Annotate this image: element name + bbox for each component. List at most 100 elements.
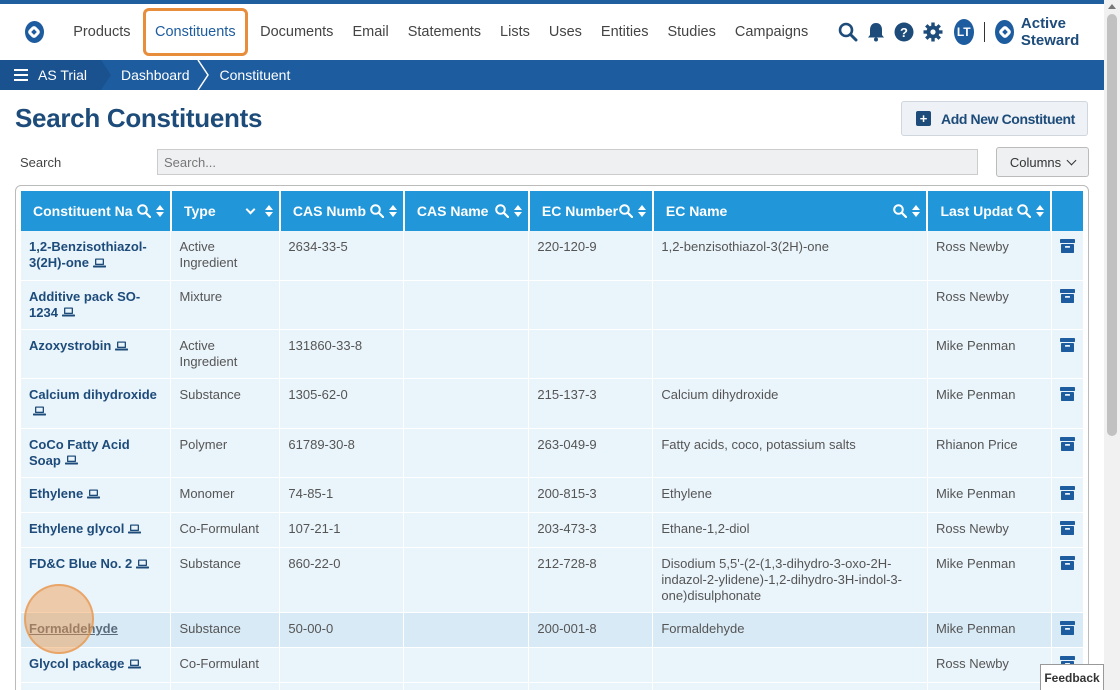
archive-icon[interactable] <box>1059 621 1075 639</box>
sort-icon[interactable] <box>1036 205 1045 217</box>
laptop-icon <box>115 339 129 355</box>
cell-ec-number: 200-661-7 <box>528 682 654 690</box>
constituent-name-link[interactable]: CoCo Fatty Acid Soap <box>29 437 130 468</box>
constituent-name-link[interactable]: Ethylene glycol <box>29 521 124 536</box>
cell-ec-number: 220-120-9 <box>528 231 654 281</box>
sort-icon[interactable] <box>912 205 921 217</box>
column-search-icon[interactable] <box>893 204 908 218</box>
cell-constituent-name[interactable]: Ethylene <box>21 477 172 514</box>
constituent-name-link[interactable]: FD&C Blue No. 2 <box>29 556 132 571</box>
constituent-name-link[interactable]: Calcium dihydroxide <box>29 387 157 402</box>
nav-constituents[interactable]: Constituents <box>142 8 248 56</box>
cell-constituent-name[interactable]: Isopropyl Alcohol <box>21 682 172 690</box>
cell-constituent-name[interactable]: Additive pack SO-1234 <box>21 280 172 331</box>
search-input[interactable] <box>157 149 978 175</box>
archive-icon[interactable] <box>1059 338 1075 356</box>
table-row[interactable]: Calcium dihydroxide Substance 1305-62-0 215… <box>21 378 1083 429</box>
scroll-up-arrow-icon[interactable] <box>1108 4 1116 9</box>
sort-icon[interactable] <box>264 205 273 217</box>
app-logo[interactable] <box>25 21 44 43</box>
nav-email[interactable]: Email <box>343 15 398 49</box>
sort-icon[interactable] <box>388 205 397 217</box>
cell-constituent-name[interactable]: Formaldehyde <box>21 612 172 649</box>
nav-studies[interactable]: Studies <box>658 15 725 49</box>
sort-icon[interactable] <box>513 205 522 217</box>
archive-icon[interactable] <box>1059 239 1075 257</box>
constituent-name-link[interactable]: Glycol package <box>29 656 124 671</box>
table-row[interactable]: CoCo Fatty Acid Soap Polymer 61789-30-8 263… <box>21 428 1083 479</box>
archive-icon[interactable] <box>1059 486 1075 504</box>
cell-type: Mixture <box>170 280 281 331</box>
breadcrumb-home[interactable]: AS Trial <box>0 60 102 90</box>
cell-constituent-name[interactable]: Azoxystrobin <box>21 329 172 380</box>
columns-button[interactable]: Columns <box>996 147 1089 177</box>
feedback-button[interactable]: Feedback <box>1040 664 1104 690</box>
chevron-down-icon[interactable] <box>245 204 256 214</box>
cell-constituent-name[interactable]: Ethylene glycol <box>21 512 172 549</box>
archive-icon[interactable] <box>1059 436 1075 455</box>
column-search-icon[interactable] <box>1017 204 1032 218</box>
column-search-icon[interactable] <box>619 204 633 218</box>
cell-type: Substance <box>170 547 281 614</box>
nav-products[interactable]: Products <box>64 15 140 49</box>
nav-lists[interactable]: Lists <box>491 15 540 49</box>
column-header-cas-name[interactable]: CAS Name <box>403 191 530 231</box>
nav-divider <box>983 22 986 42</box>
nav-campaigns[interactable]: Campaigns <box>725 15 817 49</box>
nav-uses[interactable]: Uses <box>539 15 591 49</box>
cell-constituent-name[interactable]: 1,2-Benzisothiazol-3(2H)-one <box>21 231 172 281</box>
archive-icon[interactable] <box>1059 288 1075 307</box>
cell-cas-number: 860-22-0 <box>279 547 405 614</box>
cell-actions <box>1051 280 1083 331</box>
cell-constituent-name[interactable]: Glycol package <box>21 647 172 684</box>
table-header-row: Constituent Na Type CAS Numb CAS Name EC… <box>21 191 1083 231</box>
breadcrumb-dashboard[interactable]: Dashboard <box>111 60 196 90</box>
search-icon[interactable] <box>838 21 858 43</box>
constituent-name-link[interactable]: Formaldehyde <box>29 621 118 636</box>
cell-constituent-name[interactable]: FD&C Blue No. 2 <box>21 547 172 614</box>
table-row[interactable]: FD&C Blue No. 2 Substance 860-22-0 212-728-… <box>21 547 1083 614</box>
table-row[interactable]: Ethylene Monomer 74-85-1 200-815-3 Ethylene M… <box>21 477 1083 514</box>
scrollbar-thumb[interactable] <box>1107 14 1117 436</box>
table-row[interactable]: Isopropyl AlcoholSubstance67-63-0 200-661… <box>21 682 1083 690</box>
nav-entities[interactable]: Entities <box>591 15 658 49</box>
user-avatar[interactable]: LT <box>953 19 974 45</box>
nav-statements[interactable]: Statements <box>398 15 490 49</box>
cell-constituent-name[interactable]: Calcium dihydroxide <box>21 378 172 429</box>
table-row[interactable]: Additive pack SO-1234 Mixture Ross Newby <box>21 280 1083 331</box>
breadcrumb-separator <box>101 60 112 90</box>
sort-icon[interactable] <box>637 205 646 217</box>
archive-icon[interactable] <box>1059 387 1075 405</box>
cell-constituent-name[interactable]: CoCo Fatty Acid Soap <box>21 428 172 479</box>
column-header-constituent-name[interactable]: Constituent Na <box>21 191 172 231</box>
column-header-cas-number[interactable]: CAS Numb <box>279 191 405 231</box>
gear-icon[interactable] <box>923 21 943 43</box>
page-scrollbar[interactable] <box>1104 0 1120 690</box>
column-search-icon[interactable] <box>370 204 384 218</box>
table-row[interactable]: Glycol package Co-Formulant Ross Newby <box>21 647 1083 684</box>
column-search-icon[interactable] <box>495 204 509 218</box>
cell-last-updated: Mike Penman <box>927 329 1052 380</box>
constituent-name-link[interactable]: Additive pack SO-1234 <box>29 289 140 320</box>
sort-icon[interactable] <box>155 205 164 217</box>
column-header-ec-number[interactable]: EC Number <box>528 191 654 231</box>
help-icon[interactable]: ? <box>894 21 914 43</box>
column-header-type[interactable]: Type <box>170 191 281 231</box>
table-row[interactable]: Formaldehyde Substance 50-00-0 200-001-8 For… <box>21 612 1083 649</box>
menu-icon[interactable] <box>14 69 28 81</box>
table-row[interactable]: Azoxystrobin Active Ingredient 131860-33-8… <box>21 329 1083 380</box>
nav-documents[interactable]: Documents <box>251 15 343 49</box>
column-header-last-updated[interactable]: Last Updat <box>927 191 1053 231</box>
table-row[interactable]: Ethylene glycol Co-Formulant 107-21-1 203-4… <box>21 512 1083 549</box>
breadcrumb-current: Constituent <box>219 67 291 83</box>
constituent-name-link[interactable]: 1,2-Benzisothiazol-3(2H)-one <box>29 239 147 270</box>
constituent-name-link[interactable]: Ethylene <box>29 486 83 501</box>
archive-icon[interactable] <box>1059 521 1075 539</box>
column-header-ec-name[interactable]: EC Name <box>652 191 929 231</box>
constituent-name-link[interactable]: Azoxystrobin <box>29 338 111 353</box>
add-new-constituent-button[interactable]: + Add New Constituent <box>901 101 1088 136</box>
table-row[interactable]: 1,2-Benzisothiazol-3(2H)-one Active Ingre… <box>21 231 1083 281</box>
column-search-icon[interactable] <box>137 204 151 218</box>
bell-icon[interactable] <box>867 21 885 43</box>
archive-icon[interactable] <box>1059 556 1075 574</box>
